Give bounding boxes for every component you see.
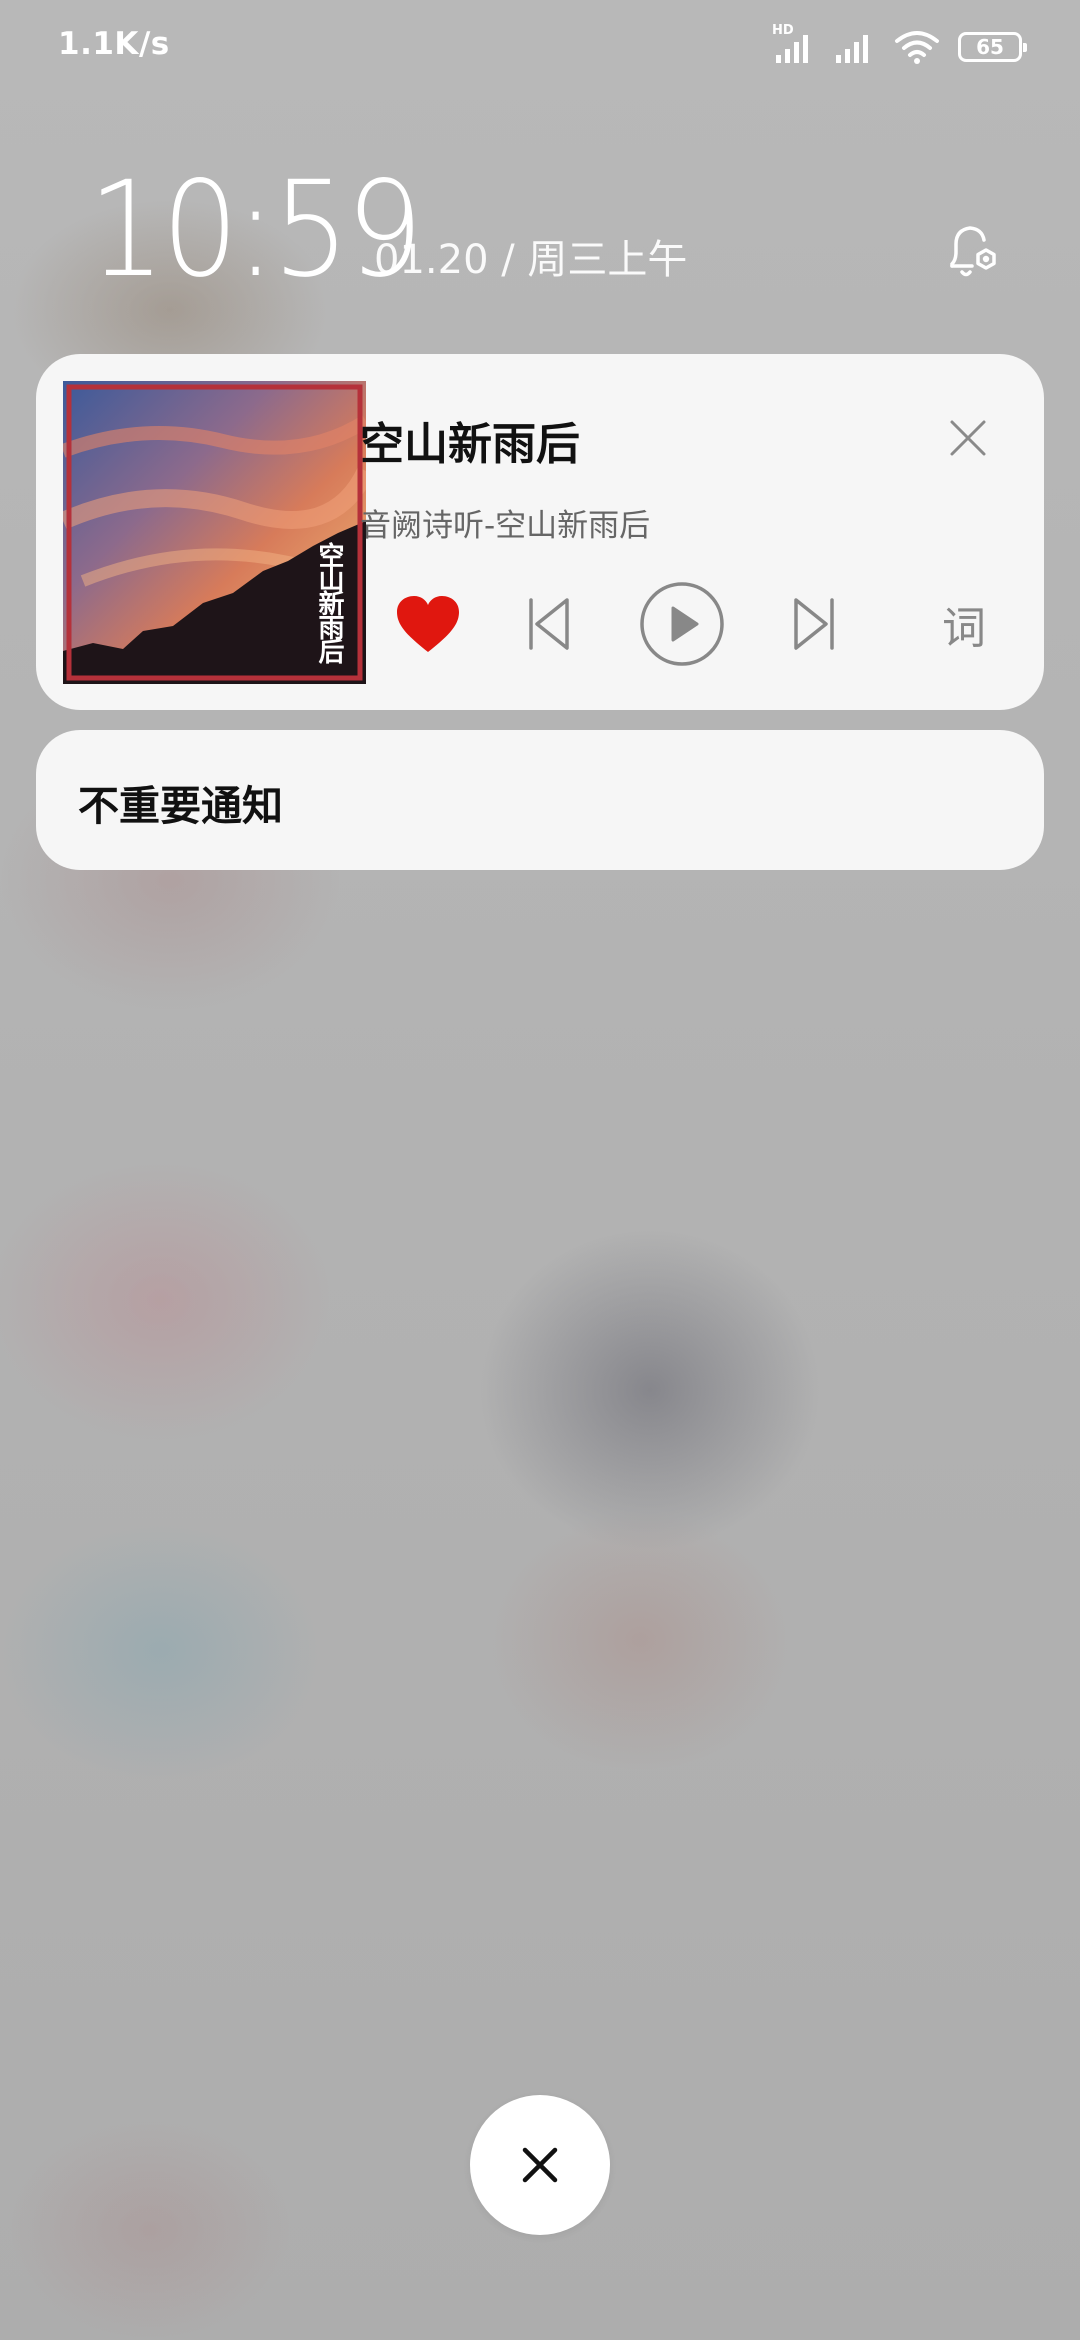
status-bar: 1.1K/s HD 65	[0, 0, 1080, 96]
song-title: 空山新雨后	[360, 419, 580, 470]
album-art-text: 空山新雨后	[314, 542, 344, 662]
like-button[interactable]	[384, 580, 472, 668]
play-button[interactable]	[638, 580, 726, 668]
clock-date: 01.20 / 周三上午	[374, 237, 688, 283]
signal-icon	[834, 29, 876, 65]
skip-next-icon	[790, 596, 838, 652]
next-button[interactable]	[770, 580, 858, 668]
close-music-card-button[interactable]	[930, 400, 1006, 476]
heart-icon	[395, 594, 461, 654]
close-icon	[948, 418, 988, 458]
bell-settings-icon[interactable]	[938, 218, 1008, 288]
status-icons: HD 65	[772, 23, 1027, 68]
lockscreen-clock: 10:59 01.20 / 周三上午	[88, 160, 1008, 300]
battery-icon: 65	[958, 32, 1027, 62]
wifi-icon	[894, 29, 940, 65]
unimportant-notifications-label: 不重要通知	[78, 782, 283, 830]
skip-previous-icon	[525, 596, 573, 652]
dismiss-button[interactable]	[470, 2095, 610, 2235]
song-artist: 音阙诗听-空山新雨后	[360, 508, 651, 544]
close-icon	[520, 2145, 560, 2185]
clock-time: 10:59	[88, 153, 423, 307]
previous-button[interactable]	[505, 580, 593, 668]
album-art[interactable]: 空山新雨后	[63, 381, 366, 684]
play-icon	[639, 581, 725, 667]
lyrics-button[interactable]: 词	[920, 580, 1008, 668]
battery-level: 65	[976, 35, 1004, 59]
hd-signal-icon: HD	[772, 23, 816, 65]
blurred-wallpaper	[0, 0, 1080, 2340]
network-speed: 1.1K/s	[58, 26, 170, 62]
